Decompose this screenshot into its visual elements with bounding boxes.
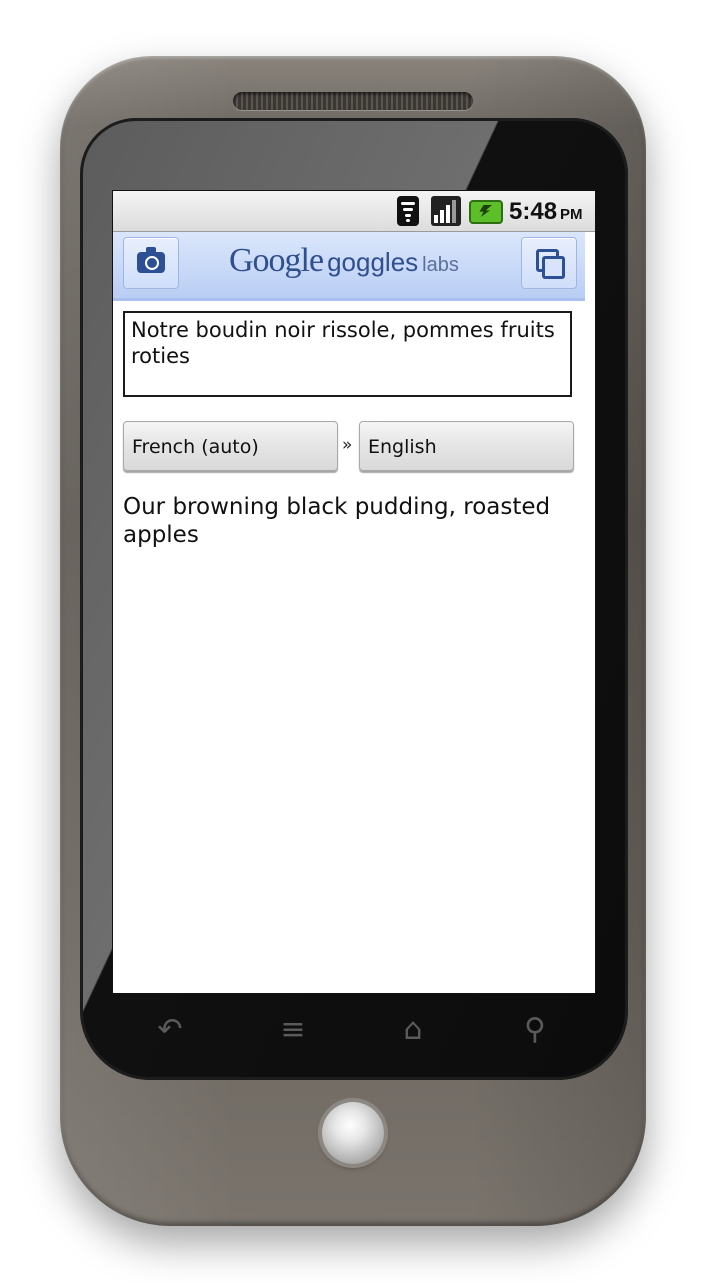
camera-button[interactable] bbox=[123, 237, 179, 289]
earpiece-speaker bbox=[233, 92, 473, 110]
target-language-button[interactable]: English bbox=[359, 421, 574, 471]
wifi-icon bbox=[397, 196, 419, 226]
battery-charging-icon bbox=[469, 200, 503, 224]
app-header: Google goggles labs bbox=[113, 232, 585, 301]
status-bar: 5:48 PM bbox=[113, 191, 595, 232]
back-key-icon[interactable]: ↶ bbox=[150, 1012, 190, 1048]
translation-result: Our browning black pudding, roasted appl… bbox=[123, 494, 551, 548]
camera-icon bbox=[137, 247, 165, 273]
source-language-button[interactable]: French (auto) bbox=[123, 421, 338, 471]
menu-key-icon[interactable]: ≡ bbox=[273, 1012, 313, 1048]
copy-button[interactable] bbox=[521, 237, 577, 289]
google-goggles-logo: Google goggles labs bbox=[229, 242, 459, 279]
status-time: 5:48 PM bbox=[509, 198, 583, 225]
copy-icon bbox=[536, 249, 565, 279]
search-key-icon[interactable]: ⚲ bbox=[515, 1012, 555, 1048]
signal-icon bbox=[431, 196, 461, 226]
language-separator: » bbox=[342, 435, 353, 455]
home-key-icon[interactable]: ⌂ bbox=[393, 1012, 433, 1048]
phone-screen: 5:48 PM Google goggles labs Notre boudin no… bbox=[113, 191, 595, 993]
trackball-button[interactable] bbox=[322, 1102, 384, 1164]
source-text-field[interactable]: Notre boudin noir rissole, pommes fruits… bbox=[123, 311, 572, 397]
